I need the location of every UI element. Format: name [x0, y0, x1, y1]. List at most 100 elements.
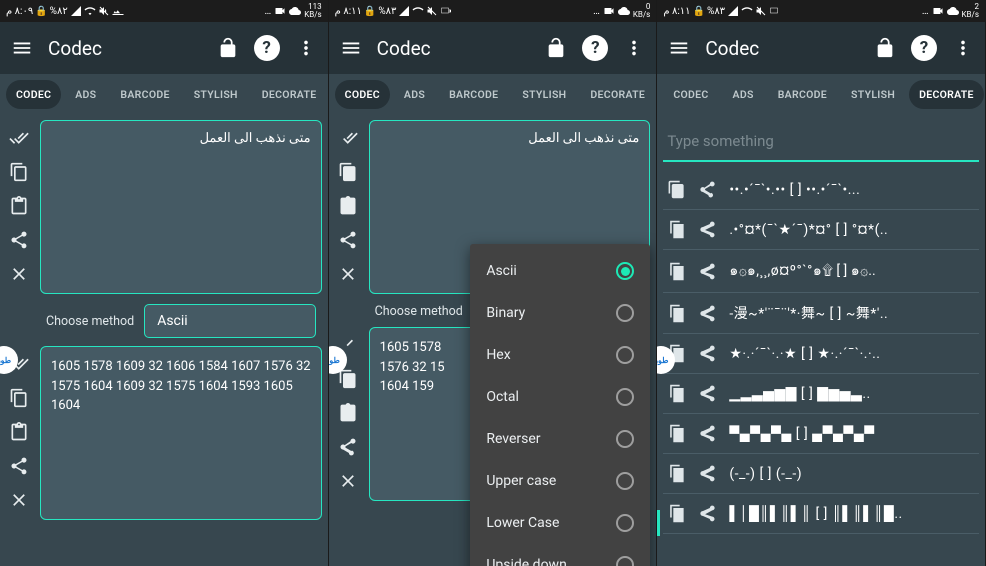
dropdown-item-ascii[interactable]: Ascii [470, 250, 650, 292]
lock-icon[interactable] [873, 36, 897, 60]
decorate-input[interactable] [663, 122, 979, 162]
menu-icon[interactable] [667, 36, 691, 60]
copy-icon[interactable] [9, 162, 29, 182]
more-icon[interactable] [951, 36, 975, 60]
check-all-icon[interactable] [9, 128, 29, 148]
dropdown-item-octal[interactable]: Octal [470, 376, 650, 418]
tab-codec[interactable]: CODEC [6, 80, 61, 109]
paste-icon[interactable] [338, 196, 358, 216]
list-item[interactable]: ๑۞๑,¸¸,ø¤º°`°๑۩ [ ] ๑۞.. [663, 250, 979, 293]
copy-icon[interactable] [667, 180, 686, 199]
share-icon[interactable] [698, 344, 717, 363]
tab-stylish[interactable]: STYLISH [841, 80, 905, 109]
dropdown-item-uppercase[interactable]: Upper case [470, 460, 650, 502]
share-icon[interactable] [9, 456, 29, 476]
share-icon[interactable] [698, 424, 717, 443]
radio-icon [616, 514, 634, 532]
tabs: CODEC ADS BARCODE STYLISH DECORATE [329, 74, 657, 114]
output-textarea[interactable]: 1605 1578 1609 32 1606 1584 1607 1576 32… [40, 346, 322, 520]
copy-icon[interactable] [667, 304, 686, 323]
copy-icon[interactable] [9, 388, 29, 408]
dropdown-item-hex[interactable]: Hex [470, 334, 650, 376]
tab-codec[interactable]: CODEC [663, 80, 718, 109]
list-item[interactable]: ★·.·´¯`·.·★ [ ] ★·.·´¯`·.·.. [663, 334, 979, 374]
method-select[interactable]: Ascii [144, 304, 315, 338]
paste-icon[interactable] [9, 196, 29, 216]
share-icon[interactable] [698, 262, 717, 281]
share-icon[interactable] [338, 230, 358, 250]
tab-stylish[interactable]: STYLISH [184, 80, 248, 109]
copy-icon[interactable] [667, 384, 686, 403]
share-icon[interactable] [698, 180, 717, 199]
dropdown-item-binary[interactable]: Binary [470, 292, 650, 334]
status-bar: ٨:١١ م 🔒 %٨٣ … 2KB/s [657, 0, 985, 22]
tab-decorate[interactable]: DECORATE [909, 80, 984, 109]
share-icon[interactable] [698, 304, 717, 323]
screen-codec-dropdown: ٨:١١ م 🔒 %٨٣ … 0KB/s Codec ? CODEC ADS B… [329, 0, 658, 566]
radio-icon [616, 556, 634, 566]
help-icon[interactable]: ? [582, 35, 608, 61]
copy-icon[interactable] [667, 424, 686, 443]
share-icon[interactable] [338, 437, 358, 457]
tab-decorate[interactable]: DECORATE [580, 80, 655, 109]
copy-icon[interactable] [338, 162, 358, 182]
list-item[interactable]: -漫~*'¨¯¨'*·舞~ [ ] ~舞*'.. [663, 293, 979, 334]
lock-icon[interactable] [216, 36, 240, 60]
tab-codec[interactable]: CODEC [335, 80, 390, 109]
clear-icon[interactable] [338, 471, 358, 491]
tab-barcode[interactable]: BARCODE [768, 80, 837, 109]
copy-icon[interactable] [667, 262, 686, 281]
decorate-list: ••.•´¯`•.•• [ ] ••.•´¯`•... .•°¤*(¯`★´¯)… [663, 170, 979, 534]
help-icon[interactable]: ? [911, 35, 937, 61]
more-icon[interactable] [622, 36, 646, 60]
menu-icon[interactable] [339, 36, 363, 60]
app-title: Codec [705, 37, 859, 60]
input-tools [6, 120, 32, 294]
screen-decorate: ٨:١١ م 🔒 %٨٣ … 2KB/s Codec ? CODEC ADS B… [657, 0, 986, 566]
share-icon[interactable] [698, 464, 717, 483]
dropdown-item-reverser[interactable]: Reverser [470, 418, 650, 460]
tab-barcode[interactable]: BARCODE [110, 80, 179, 109]
help-icon[interactable]: ? [254, 35, 280, 61]
method-label: Choose method [375, 304, 463, 319]
paste-icon[interactable] [338, 403, 358, 423]
paste-icon[interactable] [9, 422, 29, 442]
clear-icon[interactable] [338, 264, 358, 284]
share-icon[interactable] [698, 384, 717, 403]
tab-ads[interactable]: ADS [394, 80, 435, 109]
radio-icon [616, 262, 634, 280]
menu-icon[interactable] [10, 36, 34, 60]
dropdown-item-upsidedown[interactable]: Upside down [470, 544, 650, 566]
radio-icon [616, 430, 634, 448]
tab-ads[interactable]: ADS [65, 80, 106, 109]
clear-icon[interactable] [9, 264, 29, 284]
lock-icon[interactable] [544, 36, 568, 60]
dropdown-item-lowercase[interactable]: Lower Case [470, 502, 650, 544]
check-all-icon[interactable] [338, 128, 358, 148]
list-item[interactable]: ••.•´¯`•.•• [ ] ••.•´¯`•... [663, 170, 979, 210]
clear-icon[interactable] [9, 490, 29, 510]
share-icon[interactable] [9, 230, 29, 250]
copy-icon[interactable] [667, 464, 686, 483]
share-icon[interactable] [698, 220, 717, 239]
app-bar: Codec ? [657, 22, 985, 74]
tab-decorate[interactable]: DECORATE [252, 80, 327, 109]
copy-icon[interactable] [338, 369, 358, 389]
tab-stylish[interactable]: STYLISH [512, 80, 576, 109]
more-icon[interactable] [294, 36, 318, 60]
copy-icon[interactable] [667, 504, 686, 523]
tab-ads[interactable]: ADS [723, 80, 764, 109]
list-item[interactable]: ▁▂▃▅▆▇ [ ] ▇▆▅▃.. [663, 374, 979, 414]
app-title: Codec [377, 37, 531, 60]
list-item[interactable]: ▌│█║▌║▌║ [ ] ║▌║▌║█.. [663, 494, 979, 534]
list-item[interactable]: ▀▄▀▄▀▄ [ ] ▄▀▄▀▄▀ [663, 414, 979, 454]
copy-icon[interactable] [667, 220, 686, 239]
scroll-indicator [657, 510, 660, 536]
list-item[interactable]: (-_-) [ ] (-_-) [663, 454, 979, 494]
list-item[interactable]: .•°¤*(¯`★´¯)*¤° [ ] °¤*(.. [663, 210, 979, 250]
app-bar: Codec ? [0, 22, 328, 74]
screen-codec: ٨:٠٩ م 🔒 %٨٢ … 113KB/s Codec ? CODEC ADS… [0, 0, 329, 566]
input-textarea[interactable]: متى نذهب الى العمل [40, 120, 322, 294]
tab-barcode[interactable]: BARCODE [439, 80, 508, 109]
share-icon[interactable] [698, 504, 717, 523]
